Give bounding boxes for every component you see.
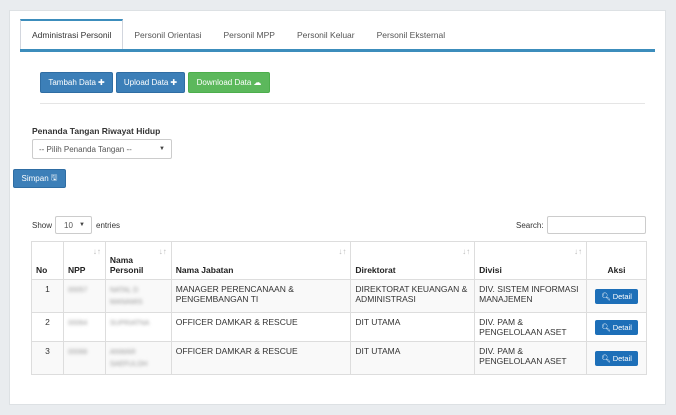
nama-redacted: SUPRIATNA [109,320,150,327]
entries-label: entries [96,221,121,230]
sort-icon: ↓↑ [158,247,167,256]
cell-no: 1 [31,279,64,313]
cell-npp: 00064 [62,312,106,342]
col-nama-personil-label: Nama Personil [109,255,144,275]
cell-no: 3 [31,341,64,375]
entries-select-value: 10 [64,220,73,230]
cell-nama: ANWAR SAEFULOH [104,341,172,375]
tab-personil-mpp[interactable]: Personil MPP [212,21,286,49]
main-panel: Administrasi Personil Personil Orientasi… [9,10,666,405]
col-divisi[interactable]: ↓↑ Divisi [474,241,587,280]
col-nama-personil[interactable]: ↓↑ Nama Personil [104,241,172,280]
penanda-tangan-select[interactable]: -- Pilih Penanda Tangan -- ▼ [32,139,172,159]
cell-divisi: DIV. SISTEM INFORMASI MANAJEMEN [474,279,587,313]
col-nama-jabatan[interactable]: ↓↑ Nama Jabatan [170,241,352,280]
col-no-label: No [36,265,48,275]
cell-divisi: DIV. PAM & PENGELOLAAN ASET [474,341,587,375]
cell-direktorat: DIT UTAMA [350,312,476,342]
search-label: Search: [516,221,544,230]
col-aksi: Aksi [585,241,648,280]
col-aksi-label: Aksi [607,265,626,275]
detail-label: Detail [612,353,632,363]
detail-label: Detail [612,291,632,301]
cell-npp: 00066 [62,341,106,375]
plus-icon: ✚ [97,78,105,87]
cell-nama: NATAL D MANAMIS [104,279,172,313]
col-direktorat[interactable]: ↓↑ Direktorat [350,241,476,280]
search-input[interactable] [547,216,646,234]
chevron-down-icon: ▼ [79,222,85,228]
cell-direktorat: DIREKTORAT KEUANGAN & ADMINISTRASI [350,279,476,313]
nama-redacted: NATAL D MANAMIS [109,287,143,306]
table-header-row: No ↓↑ NPP ↓↑ Nama Personil ↓↑ Nama Jabatan … [31,241,648,280]
cell-aksi: 🔍︎ Detail [585,341,648,375]
search-icon: 🔍︎ [601,322,611,332]
download-data-button[interactable]: Download Data ☁ [188,72,270,93]
tambah-data-button[interactable]: Tambah Data ✚ [40,72,113,93]
cell-nama: SUPRIATNA [104,312,172,342]
cell-aksi: 🔍︎ Detail [585,312,648,342]
detail-label: Detail [612,322,632,332]
table-row: 3 00066 ANWAR SAEFULOH OFFICER DAMKAR & … [31,341,648,375]
cell-no: 2 [31,312,64,342]
penanda-tangan-label: Penanda Tangan Riwayat Hidup [32,126,161,136]
cell-jabatan: OFFICER DAMKAR & RESCUE [170,341,352,375]
upload-data-button[interactable]: Upload Data ✚ [116,72,185,93]
entries-select[interactable]: 10 ▼ [55,216,92,234]
sort-icon: ↓↑ [92,247,101,256]
cell-aksi: 🔍︎ Detail [585,279,648,313]
table-row: 1 00057 NATAL D MANAMIS MANAGER PERENCAN… [31,279,648,313]
cell-divisi: DIV. PAM & PENGELOLAAN ASET [474,312,587,342]
cell-direktorat: DIT UTAMA [350,341,476,375]
sort-icon: ↓↑ [573,247,582,256]
search-icon: 🔍︎ [601,291,611,301]
save-icon: 🖫 [50,172,58,182]
search-icon: 🔍︎ [601,353,611,363]
show-label: Show [32,221,53,230]
tab-personil-eksternal[interactable]: Personil Eksternal [366,21,457,49]
npp-redacted: 00066 [67,349,88,356]
col-no[interactable]: No [31,241,64,280]
col-npp-label: NPP [67,265,86,275]
simpan-button[interactable]: Simpan 🖫 [13,169,66,188]
plus-icon: ✚ [170,78,178,87]
col-npp[interactable]: ↓↑ NPP [62,241,106,280]
table-row: 2 00064 SUPRIATNA OFFICER DAMKAR & RESCU… [31,312,648,342]
sort-icon: ↓↑ [462,247,471,256]
cloud-download-icon: ☁ [253,78,262,87]
upload-data-label: Upload Data [123,78,169,87]
cell-jabatan: OFFICER DAMKAR & RESCUE [170,312,352,342]
tab-administrasi-personil[interactable]: Administrasi Personil [20,19,124,49]
detail-button[interactable]: 🔍︎ Detail [595,319,638,335]
col-direktorat-label: Direktorat [355,265,396,275]
personil-table: No ↓↑ NPP ↓↑ Nama Personil ↓↑ Nama Jabatan … [31,241,648,375]
npp-redacted: 00057 [67,287,88,294]
col-nama-jabatan-label: Nama Jabatan [175,265,234,275]
download-data-label: Download Data [196,78,252,87]
sort-icon: ↓↑ [338,247,347,256]
cell-jabatan: MANAGER PERENCANAAN & PENGEMBANGAN TI [170,279,352,313]
tab-personil-orientasi[interactable]: Personil Orientasi [123,21,212,49]
npp-redacted: 00064 [67,320,88,327]
divider [40,103,645,104]
detail-button[interactable]: 🔍︎ Detail [595,350,638,366]
nama-redacted: ANWAR SAEFULOH [109,349,148,368]
simpan-label: Simpan [21,174,49,183]
tab-personil-keluar[interactable]: Personil Keluar [286,21,366,49]
detail-button[interactable]: 🔍︎ Detail [595,288,638,304]
penanda-tangan-select-value: -- Pilih Penanda Tangan -- [39,144,132,154]
chevron-down-icon: ▼ [159,146,165,152]
col-divisi-label: Divisi [479,265,502,275]
tab-bar: Administrasi Personil Personil Orientasi… [20,19,655,52]
tambah-data-label: Tambah Data [48,78,96,87]
cell-npp: 00057 [62,279,106,313]
